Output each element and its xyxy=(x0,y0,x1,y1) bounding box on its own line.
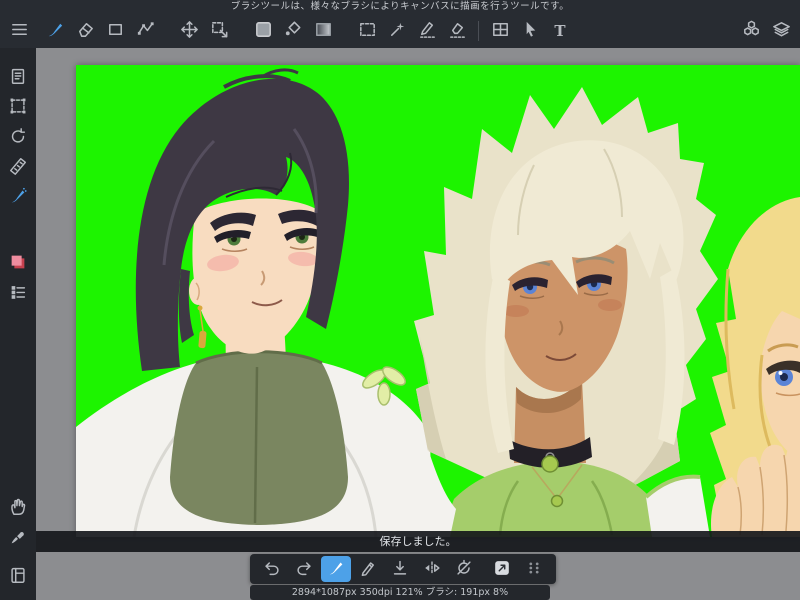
magic-wand-icon xyxy=(387,19,408,43)
toolbar-drag-handle[interactable] xyxy=(519,556,549,582)
gradient-tool-button[interactable] xyxy=(308,16,338,46)
layer-list-icon xyxy=(8,282,28,305)
bottom-toolbar xyxy=(250,554,556,584)
eraser-icon xyxy=(75,19,96,43)
layers-icon xyxy=(771,19,792,43)
top-toolbar: ブラシツールは、様々なブラシによりキャンバスに描画を行うツールです。 T xyxy=(0,0,800,48)
marquee-select-icon xyxy=(357,19,378,43)
select-eraser-icon xyxy=(447,19,468,43)
hand-tool-button[interactable] xyxy=(4,494,32,522)
transform-tool-button[interactable] xyxy=(204,16,234,46)
canvas-status-bar: 2894*1087px 350dpi 121% ブラシ: 191px 8% xyxy=(250,585,550,600)
brush-icon xyxy=(45,19,66,43)
panel-divide-button[interactable] xyxy=(485,16,515,46)
select-pen-icon xyxy=(417,19,438,43)
stylus-button[interactable] xyxy=(353,556,383,582)
hamburger-menu-icon xyxy=(9,19,30,43)
brush-tool-button[interactable] xyxy=(40,16,70,46)
tool-row: T xyxy=(0,14,800,48)
operation-tool-button[interactable] xyxy=(515,16,545,46)
stylus-pen-icon xyxy=(358,558,378,581)
airbrush-tool-button[interactable] xyxy=(4,183,32,211)
reset-rotation-button[interactable] xyxy=(449,556,479,582)
no-rotate-icon xyxy=(454,558,474,581)
panel-grid-icon xyxy=(490,19,511,43)
polyline-tool-button[interactable] xyxy=(130,16,160,46)
sub-panel-button[interactable] xyxy=(4,562,32,590)
brush-icon xyxy=(326,558,346,581)
color-swatch-icon xyxy=(253,19,274,43)
undo-button[interactable] xyxy=(257,556,287,582)
text-tool-button[interactable]: T xyxy=(545,16,575,46)
transform-icon xyxy=(209,19,230,43)
eraser-tool-button[interactable] xyxy=(70,16,100,46)
pages-panel-button[interactable] xyxy=(4,63,32,91)
paint-bucket-icon xyxy=(283,19,304,43)
select-eraser-button[interactable] xyxy=(442,16,472,46)
save-toast: 保存しました。 xyxy=(36,531,800,552)
move-arrows-icon xyxy=(179,19,200,43)
eyedropper-button[interactable] xyxy=(4,524,32,552)
select-pen-button[interactable] xyxy=(412,16,442,46)
select-area-icon xyxy=(8,96,28,119)
material-cubes-icon xyxy=(741,19,762,43)
export-window-icon xyxy=(492,558,512,581)
toolbar-divider xyxy=(478,21,479,41)
ruler-button[interactable] xyxy=(4,153,32,181)
flip-horizontal-icon xyxy=(422,558,442,581)
rectangle-icon xyxy=(105,19,126,43)
redo-icon xyxy=(294,558,314,581)
export-button[interactable] xyxy=(487,556,517,582)
current-color-swatch[interactable] xyxy=(248,16,278,46)
canvas-artwork xyxy=(76,65,800,537)
rotate-reset-icon xyxy=(8,126,28,149)
move-tool-button[interactable] xyxy=(174,16,204,46)
hand-icon xyxy=(8,497,28,520)
drawing-canvas[interactable] xyxy=(76,65,800,537)
reset-view-button[interactable] xyxy=(4,123,32,151)
palette-swatches-icon xyxy=(8,252,28,275)
menu-button[interactable] xyxy=(4,16,34,46)
save-button[interactable] xyxy=(385,556,415,582)
shape-tool-button[interactable] xyxy=(100,16,130,46)
text-tool-icon: T xyxy=(554,22,566,40)
undo-icon xyxy=(262,558,282,581)
color-palette-button[interactable] xyxy=(4,249,32,277)
gradient-icon xyxy=(313,19,334,43)
select-area-button[interactable] xyxy=(4,93,32,121)
download-save-icon xyxy=(390,558,410,581)
layers-panel-button[interactable] xyxy=(766,16,796,46)
workspace: 保存しました。 2894*1087px 350dpi 121% ブラシ: 191… xyxy=(36,48,800,600)
ruler-icon xyxy=(8,156,28,179)
magic-wand-button[interactable] xyxy=(382,16,412,46)
left-sidebar xyxy=(0,48,36,600)
polyline-icon xyxy=(135,19,156,43)
redo-button[interactable] xyxy=(289,556,319,582)
drag-dots-icon xyxy=(524,558,544,581)
eyedropper-icon xyxy=(8,527,28,550)
airbrush-icon xyxy=(8,186,28,209)
layer-list-button[interactable] xyxy=(4,279,32,307)
document-icon xyxy=(8,66,28,89)
cursor-arrow-icon xyxy=(520,19,541,43)
tool-description-text: ブラシツールは、様々なブラシによりキャンバスに描画を行うツールです。 xyxy=(230,1,570,12)
flip-view-button[interactable] xyxy=(417,556,447,582)
fill-bucket-button[interactable] xyxy=(278,16,308,46)
panel-document-icon xyxy=(8,565,28,588)
select-rectangle-button[interactable] xyxy=(352,16,382,46)
material-panel-button[interactable] xyxy=(736,16,766,46)
brush-quick-button[interactable] xyxy=(321,556,351,582)
